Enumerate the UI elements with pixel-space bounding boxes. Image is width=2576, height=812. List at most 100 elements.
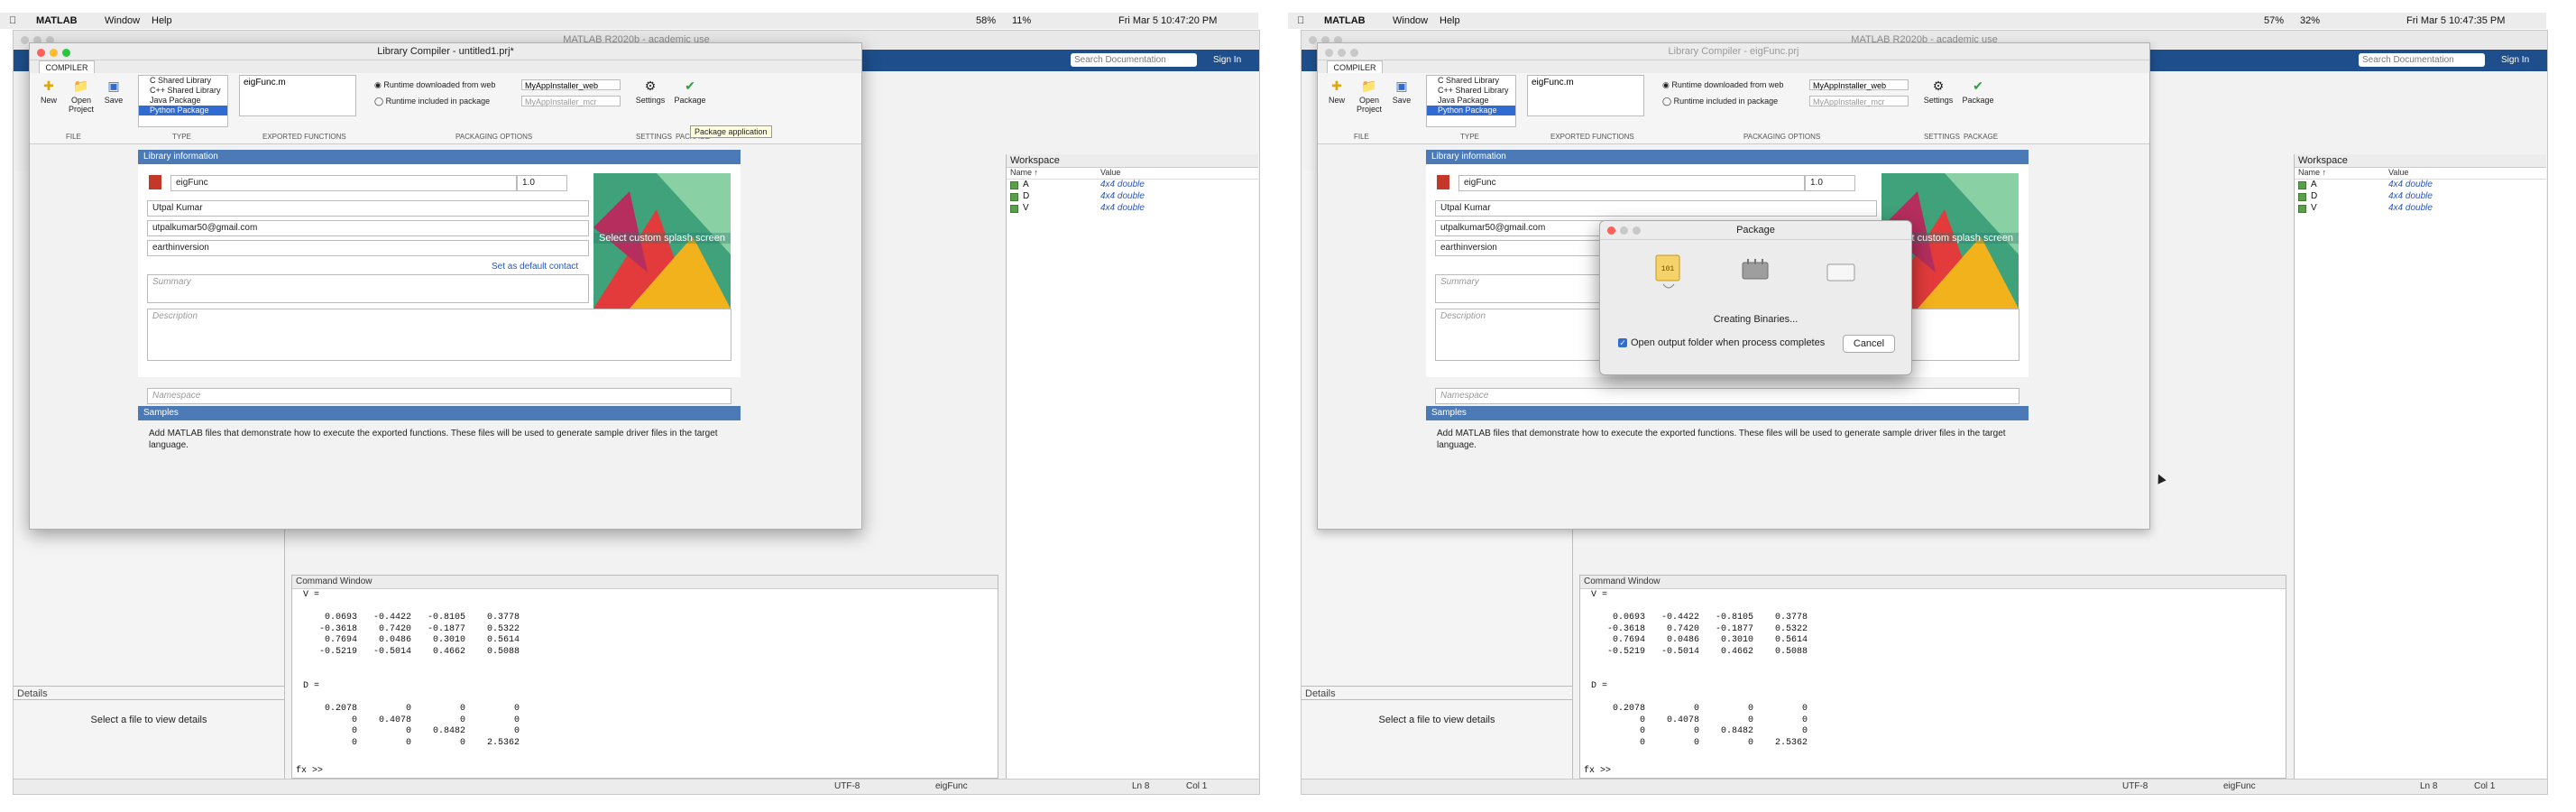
sign-in-link[interactable]: Sign In bbox=[2501, 55, 2529, 65]
runtime-package-field[interactable]: MyAppInstaller_mcr bbox=[1809, 96, 1909, 106]
type-item-selected[interactable]: Python Package bbox=[1427, 106, 1515, 115]
radio-runtime-package[interactable]: ◯ Runtime included in package bbox=[374, 97, 490, 106]
version-field[interactable]: 1.0 bbox=[517, 175, 567, 191]
radio-runtime-package[interactable]: ◯ Runtime included in package bbox=[1662, 97, 1778, 106]
set-default-contact-link[interactable]: Set as default contact bbox=[492, 262, 578, 272]
command-prompt[interactable]: fx >> bbox=[296, 766, 323, 776]
close-window-icon[interactable] bbox=[21, 36, 29, 44]
search-documentation-input[interactable]: Search Documentation bbox=[1071, 53, 1197, 67]
menu-help[interactable]: Help bbox=[152, 15, 172, 26]
details-header[interactable]: Details bbox=[14, 686, 284, 700]
cancel-button[interactable]: Cancel bbox=[1843, 335, 1895, 353]
library-info-header[interactable]: Library information bbox=[1426, 150, 2029, 164]
library-name-field[interactable]: eigFunc bbox=[170, 175, 517, 191]
status-line: Ln 8 bbox=[2420, 781, 2438, 791]
close-window-icon[interactable] bbox=[1325, 49, 1333, 57]
save-button[interactable]: ▣ Save bbox=[100, 78, 127, 105]
gear-icon: ⚙ bbox=[1932, 78, 1945, 93]
section-type: TYPE bbox=[1460, 133, 1479, 141]
exported-functions-list[interactable]: eigFunc.m bbox=[239, 75, 356, 116]
minimize-window-icon[interactable] bbox=[50, 49, 58, 57]
close-window-icon[interactable] bbox=[37, 49, 45, 57]
workspace-row[interactable]: D 4x4 double bbox=[1007, 191, 1258, 203]
command-window[interactable]: Command Window V = 0.0693 -0.4422 -0.810… bbox=[291, 575, 998, 779]
new-button[interactable]: ✚ New bbox=[35, 78, 62, 105]
zoom-window-icon[interactable] bbox=[1350, 49, 1358, 57]
library-info-header[interactable]: Library information bbox=[138, 150, 741, 164]
type-item[interactable]: C Shared Library bbox=[139, 76, 227, 86]
namespace-field[interactable]: Namespace bbox=[1435, 388, 2019, 404]
namespace-field[interactable]: Namespace bbox=[147, 388, 731, 404]
library-name-field[interactable]: eigFunc bbox=[1458, 175, 1805, 191]
description-field[interactable]: Description bbox=[147, 309, 731, 361]
splash-screen[interactable]: Select custom splash screen bbox=[593, 173, 731, 309]
new-button[interactable]: ✚ New bbox=[1323, 78, 1350, 105]
open-output-checkbox[interactable]: ✓ Open output folder when process complet… bbox=[1618, 337, 1825, 348]
menu-matlab[interactable]: MATLAB bbox=[1324, 15, 1366, 26]
menu-matlab[interactable]: MATLAB bbox=[36, 15, 78, 26]
author-field[interactable]: Utpal Kumar bbox=[1435, 200, 1877, 217]
type-list[interactable]: C Shared Library C++ Shared Library Java… bbox=[138, 75, 228, 127]
workspace-col-value[interactable]: Value bbox=[1100, 168, 1120, 177]
type-item[interactable]: C++ Shared Library bbox=[1427, 86, 1515, 96]
radio-runtime-web[interactable]: ◉ Runtime downloaded from web bbox=[374, 80, 495, 90]
command-prompt[interactable]: fx >> bbox=[1584, 766, 1611, 776]
settings-button[interactable]: ⚙ Settings bbox=[1920, 78, 1956, 105]
menu-help[interactable]: Help bbox=[1440, 15, 1460, 26]
type-list[interactable]: C Shared Library C++ Shared Library Java… bbox=[1426, 75, 1516, 127]
save-button[interactable]: ▣ Save bbox=[1388, 78, 1415, 105]
workspace-row[interactable]: A 4x4 double bbox=[2295, 180, 2546, 191]
menu-window[interactable]: Window bbox=[1393, 15, 1428, 26]
close-window-icon[interactable] bbox=[1309, 36, 1317, 44]
exported-functions-list[interactable]: eigFunc.m bbox=[1527, 75, 1644, 116]
command-window[interactable]: Command Window V = 0.0693 -0.4422 -0.810… bbox=[1579, 575, 2286, 779]
open-project-button[interactable]: 📁 Open Project bbox=[1354, 78, 1385, 114]
workspace-row[interactable]: A 4x4 double bbox=[1007, 180, 1258, 191]
open-project-button[interactable]: 📁 Open Project bbox=[66, 78, 97, 114]
zoom-window-icon[interactable] bbox=[62, 49, 70, 57]
settings-button[interactable]: ⚙ Settings bbox=[632, 78, 668, 105]
radio-runtime-web[interactable]: ◉ Runtime downloaded from web bbox=[1662, 80, 1783, 90]
version-field[interactable]: 1.0 bbox=[1805, 175, 1855, 191]
dialog-title: Package bbox=[1736, 225, 1775, 235]
type-item-selected[interactable]: Python Package bbox=[139, 106, 227, 115]
workspace-col-name[interactable]: Name ↑ bbox=[2298, 168, 2326, 177]
folder-icon: 📁 bbox=[73, 78, 89, 93]
close-dialog-icon[interactable] bbox=[1607, 226, 1615, 235]
checkmark-icon: ✔ bbox=[1973, 78, 1983, 93]
workspace-row[interactable]: V 4x4 double bbox=[2295, 203, 2546, 215]
apple-icon[interactable]:  bbox=[1297, 15, 1304, 26]
apple-icon[interactable]:  bbox=[9, 15, 16, 26]
runtime-package-field[interactable]: MyAppInstaller_mcr bbox=[521, 96, 621, 106]
type-item[interactable]: Java Package bbox=[139, 96, 227, 106]
type-item[interactable]: Java Package bbox=[1427, 96, 1515, 106]
type-item[interactable]: C Shared Library bbox=[1427, 76, 1515, 86]
workspace-col-name[interactable]: Name ↑ bbox=[1010, 168, 1038, 177]
company-field[interactable]: earthinversion bbox=[147, 240, 589, 256]
section-file: FILE bbox=[1354, 133, 1369, 141]
runtime-web-field[interactable]: MyAppInstaller_web bbox=[521, 79, 621, 90]
tab-compiler[interactable]: COMPILER bbox=[39, 60, 95, 74]
type-item[interactable]: C++ Shared Library bbox=[139, 86, 227, 96]
sign-in-link[interactable]: Sign In bbox=[1213, 55, 1241, 65]
search-documentation-input[interactable]: Search Documentation bbox=[2359, 53, 2485, 67]
section-exported: EXPORTED FUNCTIONS bbox=[262, 133, 346, 141]
author-field[interactable]: Utpal Kumar bbox=[147, 200, 589, 217]
workspace-row[interactable]: V 4x4 double bbox=[1007, 203, 1258, 215]
exported-file[interactable]: eigFunc.m bbox=[244, 78, 286, 88]
samples-header[interactable]: Samples bbox=[1426, 406, 2029, 420]
workspace-row[interactable]: D 4x4 double bbox=[2295, 191, 2546, 203]
tab-compiler[interactable]: COMPILER bbox=[1327, 60, 1383, 74]
minimize-window-icon[interactable] bbox=[1338, 49, 1346, 57]
package-button[interactable]: ✔ Package bbox=[672, 78, 708, 105]
section-exported: EXPORTED FUNCTIONS bbox=[1550, 133, 1634, 141]
workspace-col-value[interactable]: Value bbox=[2388, 168, 2408, 177]
package-button[interactable]: ✔ Package bbox=[1960, 78, 1996, 105]
email-field[interactable]: utpalkumar50@gmail.com bbox=[147, 220, 589, 236]
summary-field[interactable]: Summary bbox=[147, 274, 589, 303]
details-header[interactable]: Details bbox=[1302, 686, 1572, 700]
menu-window[interactable]: Window bbox=[105, 15, 140, 26]
exported-file[interactable]: eigFunc.m bbox=[1532, 78, 1574, 88]
samples-header[interactable]: Samples bbox=[138, 406, 741, 420]
runtime-web-field[interactable]: MyAppInstaller_web bbox=[1809, 79, 1909, 90]
